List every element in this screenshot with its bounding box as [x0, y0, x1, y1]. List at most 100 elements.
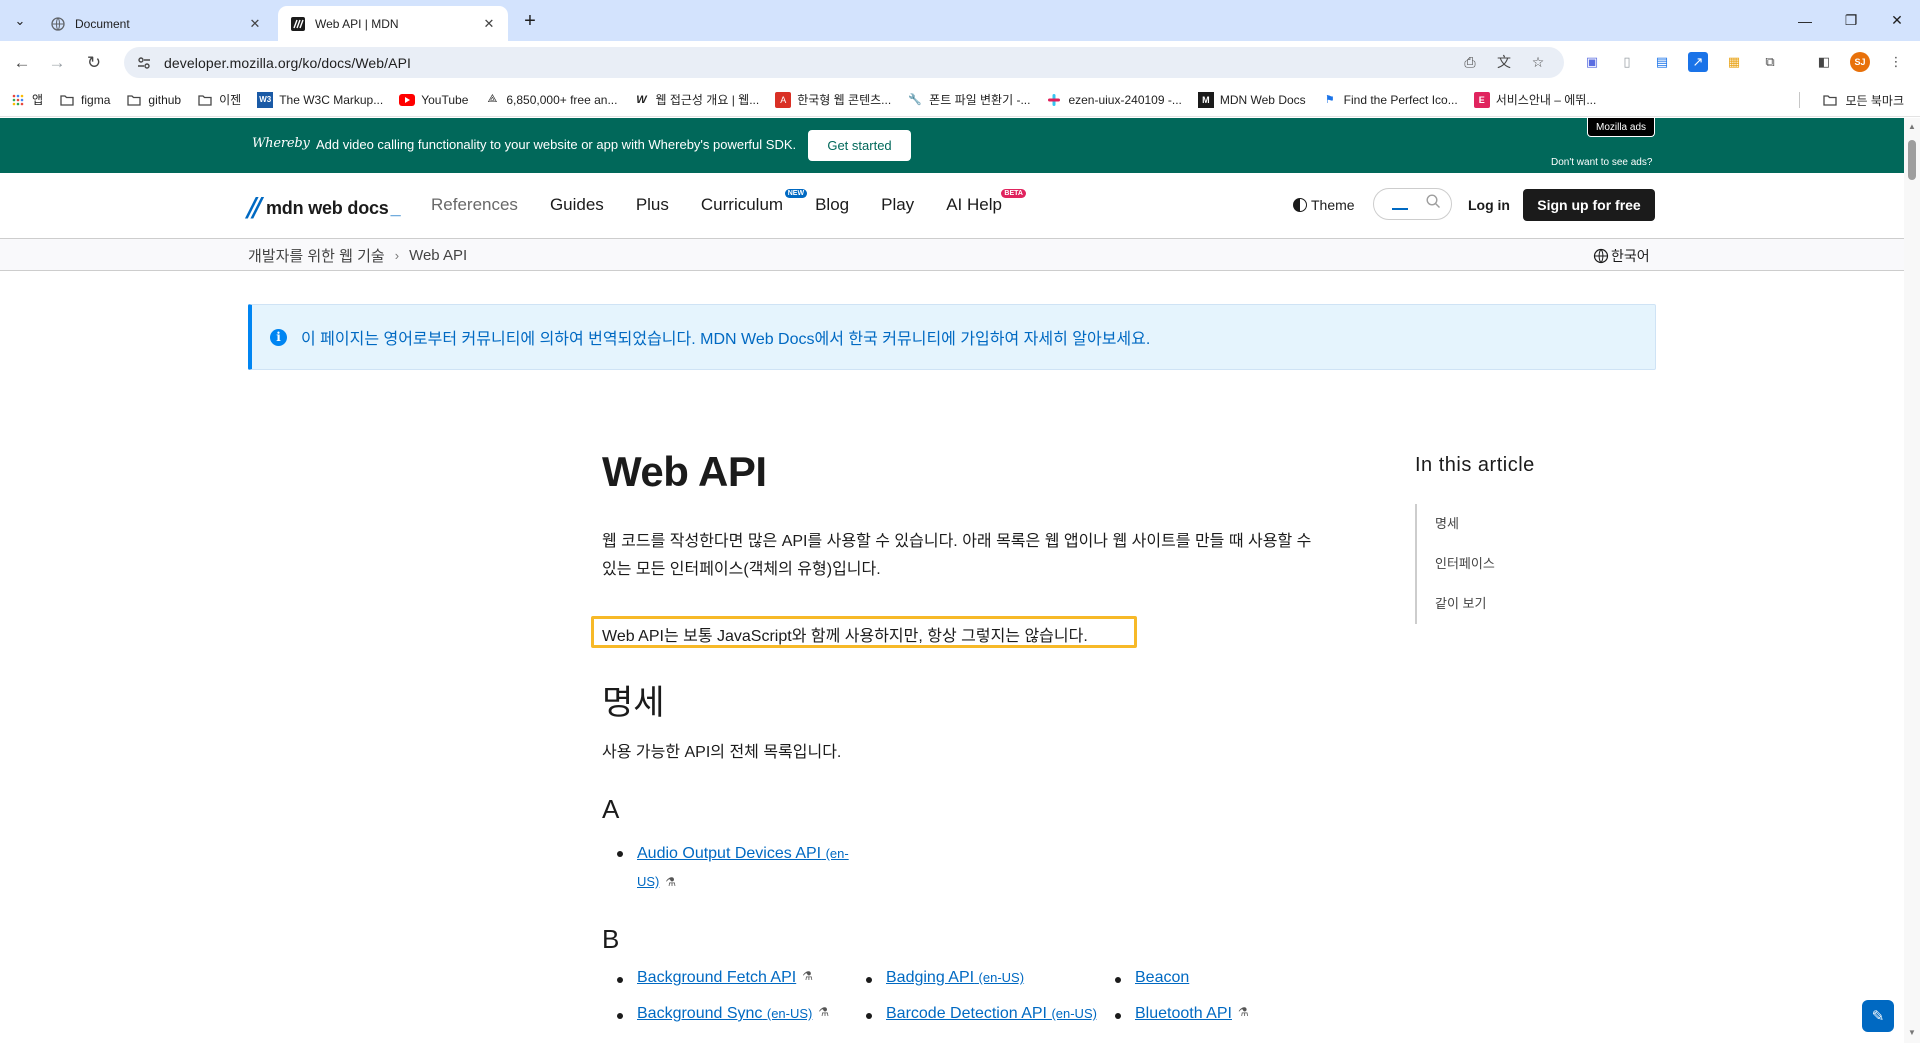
tab-web-api[interactable]: Web API | MDN ✕ — [278, 6, 508, 41]
bookmark-youtube[interactable]: YouTube — [399, 92, 468, 108]
nav-blog[interactable]: Blog — [815, 195, 849, 215]
close-tab-icon[interactable]: ✕ — [246, 15, 264, 33]
notice-text[interactable]: 이 페이지는 영어로부터 커뮤니티에 의하여 번역되었습니다. MDN Web … — [301, 325, 1150, 349]
section-description: 사용 가능한 API의 전체 목록입니다. — [602, 744, 842, 761]
reload-icon[interactable]: ↻ — [80, 49, 108, 77]
ad-get-started-button[interactable]: Get started — [808, 130, 911, 161]
bookmark-service-guide[interactable]: E 서비스안내 – 에뛰... — [1473, 91, 1597, 108]
link-background-sync[interactable]: Background Sync (en-US) — [637, 1005, 812, 1023]
more-menu-icon[interactable]: ⋮ — [1886, 52, 1906, 72]
bookmarks-bar: 앱 figma github 이젠 W3 The W3C Markup... Y… — [0, 83, 1920, 117]
extension-5-icon[interactable]: ▦ — [1724, 52, 1744, 72]
bookmark-label: The W3C Markup... — [279, 92, 384, 107]
experimental-flask-icon: ⚗ — [802, 969, 813, 983]
forward-icon[interactable]: → — [43, 49, 71, 77]
login-link[interactable]: Log in — [1468, 197, 1510, 213]
globe-icon — [50, 16, 66, 32]
bookmark-label: 서비스안내 – 에뛰... — [1495, 93, 1597, 107]
bookmark-label: figma — [81, 92, 111, 107]
folder-icon — [197, 92, 213, 108]
bookmark-web-accessibility[interactable]: W 웹 접근성 개요 | 웹... — [633, 91, 759, 108]
toc-item-specs[interactable]: 명세 — [1417, 504, 1595, 544]
page-title: Web API — [602, 448, 767, 495]
side-panel-icon[interactable]: ◧ — [1814, 52, 1834, 72]
extensions-puzzle-icon[interactable]: ⧉ — [1760, 52, 1780, 72]
intro-line: 웹 코드를 작성한다면 많은 API를 사용할 수 있습니다. 아래 목록은 웹… — [602, 533, 1312, 550]
signup-button[interactable]: Sign up for free — [1523, 189, 1655, 221]
w-icon: W — [636, 93, 647, 106]
page-scrollbar[interactable]: ▲ ▼ — [1904, 118, 1920, 1043]
new-tab-icon[interactable]: + — [518, 9, 542, 33]
profile-avatar[interactable]: SJ — [1850, 52, 1870, 72]
bullet — [617, 851, 623, 857]
toc-item-see-also[interactable]: 같이 보기 — [1417, 584, 1595, 624]
bookmark-label: 6,850,000+ free an... — [506, 92, 618, 107]
bookmark-label: ezen-uiux-240109 -... — [1068, 92, 1182, 107]
nav-guides[interactable]: Guides — [550, 195, 604, 215]
nav-plus[interactable]: Plus — [636, 195, 669, 215]
bookmark-find-icon[interactable]: ⚑ Find the Perfect Ico... — [1322, 92, 1458, 108]
folder-icon — [59, 92, 75, 108]
nav-references[interactable]: References — [431, 195, 518, 215]
bookmark-folder-ezen[interactable]: 이젠 — [197, 91, 241, 108]
bookmark-folder-figma[interactable]: figma — [59, 92, 110, 108]
back-icon[interactable]: ← — [8, 49, 36, 77]
nav-ai-help[interactable]: AI Help BETA — [946, 189, 1026, 215]
folder-icon — [1823, 94, 1839, 106]
language-switcher[interactable]: 한국어 — [1593, 246, 1650, 266]
link-barcode-detection-api[interactable]: Barcode Detection API (en-US) — [886, 1005, 1097, 1023]
edit-pen-icon[interactable]: ✎ — [1862, 1000, 1894, 1032]
breadcrumb-item-web-api[interactable]: Web API — [409, 247, 467, 264]
extension-1-icon[interactable]: ▣ — [1582, 52, 1602, 72]
bullet — [866, 1013, 872, 1019]
list-item: Background Fetch API ⚗ — [617, 969, 813, 987]
site-info-icon[interactable] — [134, 55, 154, 71]
extension-4-icon[interactable]: ↗ — [1688, 52, 1708, 72]
link-badging-api[interactable]: Badging API (en-US) — [886, 969, 1024, 987]
tab-document[interactable]: Document ✕ — [38, 6, 274, 41]
nav-curriculum[interactable]: Curriculum NEW — [701, 189, 808, 215]
experimental-flask-icon: ⚗ — [818, 1005, 830, 1019]
bookmark-apps[interactable]: 앱 — [10, 91, 43, 108]
nav-play[interactable]: Play — [881, 195, 914, 215]
search-input[interactable] — [1373, 188, 1452, 220]
mdn-logo[interactable]: // mdn web docs _ — [247, 193, 401, 223]
tab-search-chevron-icon[interactable]: ⌄ — [8, 9, 32, 33]
close-window-icon[interactable]: ✕ — [1874, 0, 1920, 41]
youtube-icon — [399, 92, 416, 108]
translate-icon[interactable]: 文 — [1494, 52, 1514, 72]
bookmark-slack[interactable]: ezen-uiux-240109 -... — [1046, 92, 1182, 108]
close-tab-icon[interactable]: ✕ — [480, 15, 498, 33]
minimize-icon[interactable]: — — [1782, 0, 1828, 41]
link-bluetooth-api[interactable]: Bluetooth API — [1135, 1005, 1232, 1023]
ad-banner[interactable]: Whereby Add video calling functionality … — [0, 118, 1904, 173]
theme-switcher[interactable]: Theme — [1293, 197, 1355, 213]
extension-3-icon[interactable]: ▤ — [1652, 52, 1672, 72]
bookmark-folder-github[interactable]: github — [126, 92, 181, 108]
mozilla-ads-tag[interactable]: Mozilla ads — [1587, 118, 1655, 137]
language-label: 한국어 — [1611, 248, 1650, 264]
icons-site-icon: ⟁ — [487, 93, 498, 105]
intro-paragraph: 웹 코드를 작성한다면 많은 API를 사용할 수 있습니다. 아래 목록은 웹… — [602, 528, 1370, 584]
scrollbar-thumb[interactable] — [1908, 140, 1916, 180]
address-bar[interactable]: developer.mozilla.org/ko/docs/Web/API ⎙ … — [124, 47, 1564, 78]
all-bookmarks[interactable]: 모든 북마크 — [1823, 83, 1904, 117]
bookmark-mdn[interactable]: M MDN Web Docs — [1197, 91, 1306, 108]
bookmark-korean-web-content[interactable]: A 한국형 웹 콘텐츠... — [775, 91, 891, 108]
bookmark-w3c[interactable]: W3 The W3C Markup... — [257, 91, 384, 108]
breadcrumb-item-web-tech[interactable]: 개발자를 위한 웹 기술 — [248, 245, 385, 266]
bookmark-free-icons[interactable]: ⟁ 6,850,000+ free an... — [484, 92, 617, 108]
scroll-up-icon[interactable]: ▲ — [1908, 122, 1916, 131]
apps-grid-icon — [10, 92, 26, 108]
link-beacon[interactable]: Beacon — [1135, 969, 1189, 987]
scroll-down-icon[interactable]: ▼ — [1908, 1028, 1916, 1037]
link-background-fetch-api[interactable]: Background Fetch API — [637, 969, 796, 987]
bookmark-font-converter[interactable]: 🔧 폰트 파일 변환기 -... — [907, 91, 1030, 108]
toc-item-interfaces[interactable]: 인터페이스 — [1417, 544, 1595, 584]
bookmark-star-icon[interactable]: ☆ — [1528, 52, 1548, 72]
site-header: // mdn web docs _ References Guides Plus… — [0, 173, 1904, 239]
install-app-icon[interactable]: ⎙ — [1460, 52, 1480, 72]
extension-2-icon[interactable]: ▯ — [1617, 52, 1637, 72]
restore-icon[interactable]: ❐ — [1828, 0, 1874, 41]
dismiss-ads-link[interactable]: Don't want to see ads? — [1551, 157, 1652, 168]
